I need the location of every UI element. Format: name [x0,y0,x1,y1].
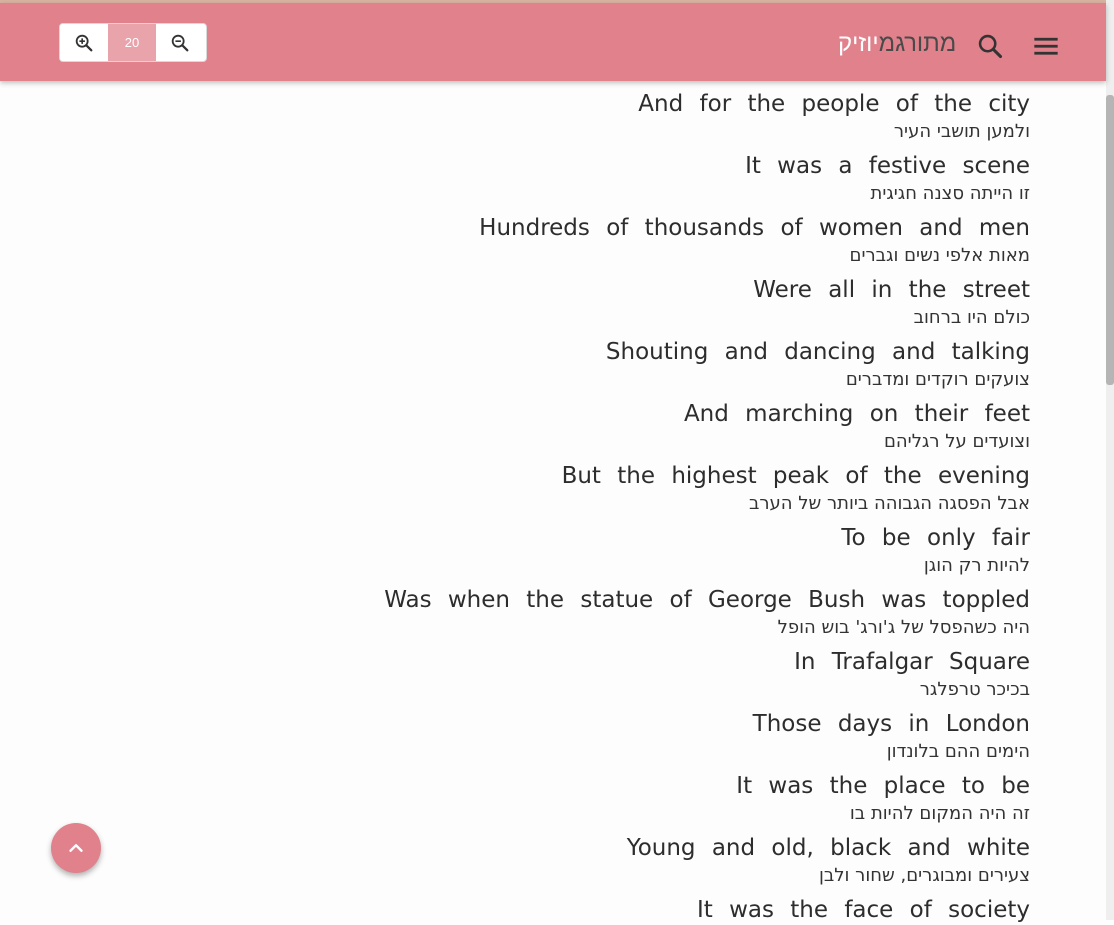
lyric-translation: בכיכר טרפלגר [919,679,1030,700]
lyric-line: Shouting and dancing and talking צועקים … [0,337,1030,399]
lyric-translation: ולמען תושבי העיר [893,121,1030,142]
lyric-line: Young and old, black and white צעירים ומ… [0,833,1030,895]
logo-text-light: יוזיק [838,30,879,57]
font-size-value: 20 [108,24,156,61]
lyric-original: To be only fair [841,525,1030,551]
app-header: 20 מתורגמיוזיק [0,3,1106,81]
lyrics-list: And for the people of the city ולמען תוש… [0,89,1030,925]
zoom-in-button[interactable] [60,24,108,61]
scrollbar-thumb[interactable] [1106,95,1114,385]
logo-text-dark: מתורגמ [878,30,957,57]
chevron-up-icon [69,844,83,852]
lyric-line: It was the place to be זה היה המקום להיו… [0,771,1030,833]
lyric-translation: זו הייתה סצנה חגיגית [870,183,1030,204]
zoom-out-button[interactable] [156,24,204,61]
zoom-in-icon [75,34,93,51]
site-logo[interactable]: מתורגמיוזיק [838,29,956,59]
lyric-translation: וצועדים על רגליהם [883,431,1030,452]
lyric-original: Shouting and dancing and talking [605,339,1030,365]
lyric-translation: להיות רק הוגן [923,555,1030,576]
lyric-line: In Trafalgar Square בכיכר טרפלגר [0,647,1030,709]
lyric-line: Those days in London הימים ההם בלונדון [0,709,1030,771]
lyric-line: It was a festive scene זו הייתה סצנה חגי… [0,151,1030,213]
lyric-line: To be only fair להיות רק הוגן [0,523,1030,585]
lyric-original: Was when the statue of George Bush was t… [384,587,1030,613]
lyric-line: Hundreds of thousands of women and men מ… [0,213,1030,275]
lyric-original: Hundreds of thousands of women and men [479,215,1030,241]
lyric-translation: מאות אלפי נשים וגברים [849,245,1030,266]
lyric-translation: היה כשהפסל של ג'ורג' בוש הופל [777,617,1030,638]
search-icon[interactable] [976,32,1004,60]
lyric-line: And for the people of the city ולמען תוש… [0,89,1030,151]
lyric-translation: הימים ההם בלונדון [886,741,1030,762]
lyric-line: Were all in the street כולם היו ברחוב [0,275,1030,337]
lyric-original: It was a festive scene [745,153,1030,179]
lyric-original: But the highest peak of the evening [561,463,1030,489]
font-size-control: 20 [59,23,207,62]
lyric-line: And marching on their feet וצועדים על רג… [0,399,1030,461]
lyric-line: But the highest peak of the evening אבל … [0,461,1030,523]
lyric-original: It was the face of society [696,897,1030,923]
zoom-out-icon [171,34,189,51]
lyric-translation: זה היה המקום להיות בו [849,803,1030,824]
lyric-original: In Trafalgar Square [794,649,1030,675]
lyric-translation: כולם היו ברחוב [913,307,1030,328]
lyric-translation: צועקים רוקדים ומדברים [845,369,1030,390]
lyric-translation: צעירים ומבוגרים, שחור ולבן [819,865,1030,886]
lyric-original: Were all in the street [753,277,1030,303]
lyric-original: And for the people of the city [638,91,1030,117]
lyric-original: And marching on their feet [683,401,1030,427]
lyric-line: Was when the statue of George Bush was t… [0,585,1030,647]
lyric-line: It was the face of society [0,895,1030,925]
scroll-to-top-button[interactable] [51,823,101,873]
menu-icon[interactable] [1032,32,1060,60]
lyric-original: It was the place to be [736,773,1030,799]
lyric-original: Those days in London [752,711,1030,737]
lyric-translation: אבל הפסגה הגבוהה ביותר של הערב [748,493,1030,514]
lyric-original: Young and old, black and white [626,835,1030,861]
